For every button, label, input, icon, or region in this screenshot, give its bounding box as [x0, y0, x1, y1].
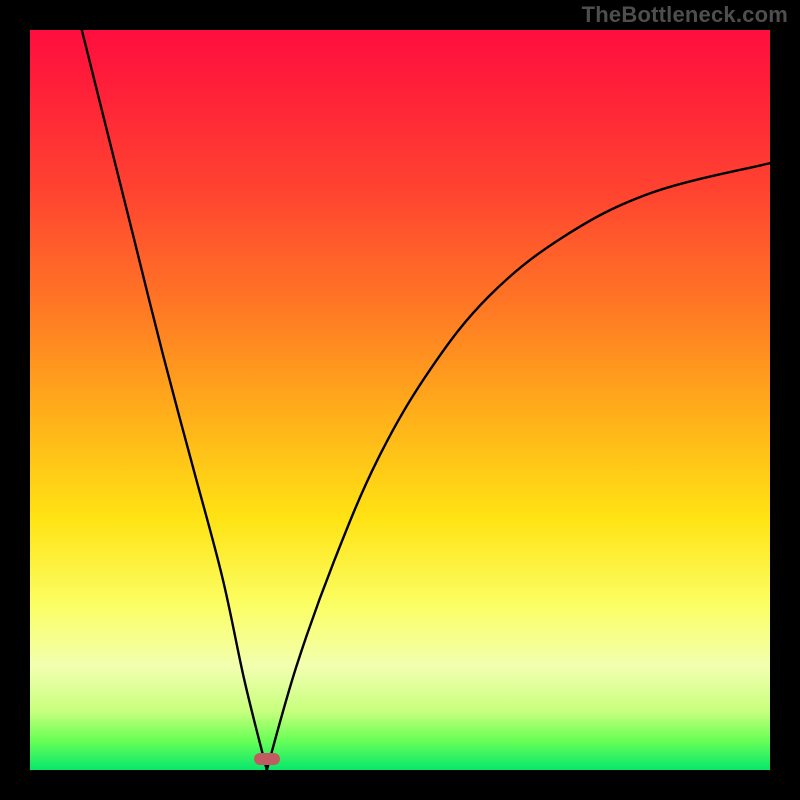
- watermark-text: TheBottleneck.com: [582, 2, 788, 28]
- bottleneck-curve: [30, 30, 770, 770]
- chart-frame: TheBottleneck.com: [0, 0, 800, 800]
- plot-area: [30, 30, 770, 770]
- curve-right-branch: [267, 163, 770, 770]
- curve-left-branch: [82, 30, 267, 770]
- optimal-point-marker: [254, 753, 280, 765]
